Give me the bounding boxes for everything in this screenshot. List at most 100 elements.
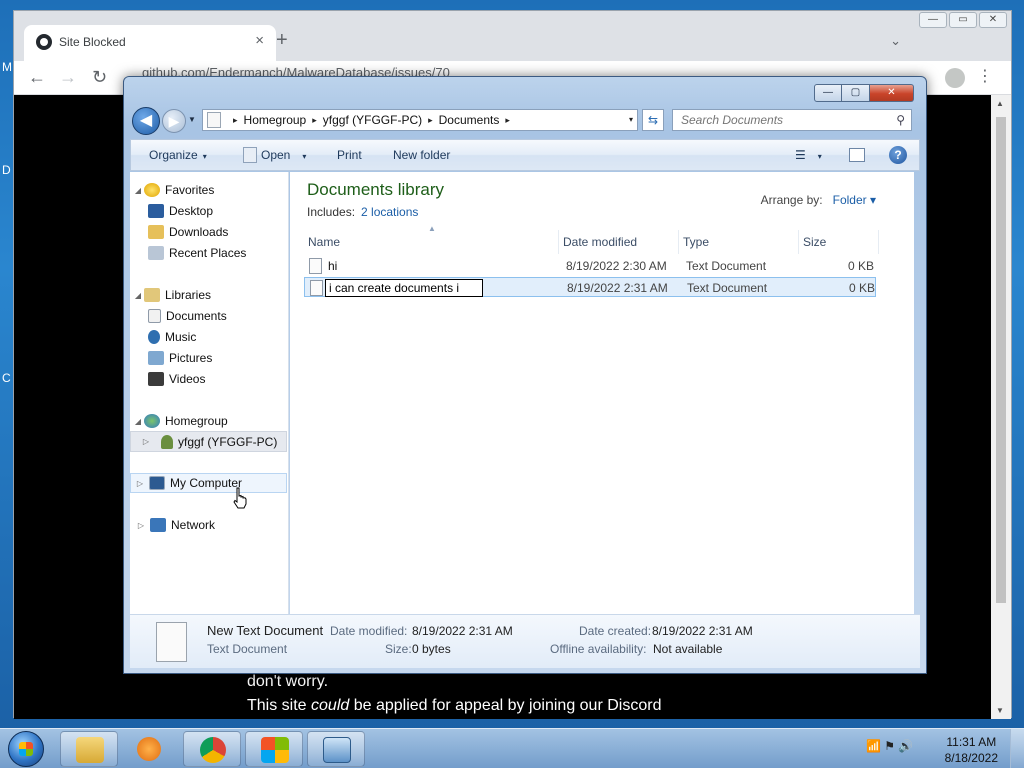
help-icon[interactable]: ? <box>889 146 907 164</box>
address-bar[interactable]: ▸ Homegroup ▸ yfggf (YFGGF-PC) ▸ Documen… <box>202 109 638 131</box>
forward-button[interactable]: → <box>59 67 77 88</box>
refresh-button[interactable]: ⇆ <box>642 109 664 131</box>
profile-avatar[interactable] <box>945 68 965 88</box>
navigation-pane: ◢ Favorites Desktop Downloads Recent Pla… <box>130 172 289 614</box>
rename-input[interactable] <box>325 279 483 297</box>
expand-icon[interactable]: ◢ <box>132 186 144 195</box>
breadcrumb-documents[interactable]: Documents <box>439 113 500 127</box>
system-tray[interactable]: 📶 ⚑ 🔊 <box>866 739 913 753</box>
minimize-button[interactable]: — <box>814 84 842 102</box>
nav-item-homegroup[interactable]: ◢ Homegroup <box>132 411 286 431</box>
forward-arrow-icon[interactable]: ▶ <box>162 109 186 133</box>
browser-tab[interactable]: Site Blocked × <box>24 25 276 61</box>
open-button[interactable]: Open ▾ <box>261 148 306 162</box>
new-folder-button[interactable]: New folder <box>393 148 450 162</box>
close-button[interactable]: ✕ <box>870 84 914 102</box>
tab-close-button[interactable]: × <box>255 32 264 49</box>
nav-item-favorites[interactable]: ◢ Favorites <box>132 180 286 200</box>
nav-item-libraries[interactable]: ◢ Libraries <box>132 285 286 305</box>
scrollbar-thumb[interactable] <box>996 117 1006 603</box>
details-file-name: New Text Document <box>207 623 324 638</box>
nav-item-videos[interactable]: Videos <box>148 369 284 389</box>
nav-item-documents[interactable]: Documents <box>148 306 284 326</box>
search-icon[interactable]: ⚲ <box>896 113 905 127</box>
downloads-folder-icon <box>148 225 164 239</box>
breadcrumb-separator[interactable]: ▸ <box>505 115 510 126</box>
print-button[interactable]: Print <box>337 148 362 162</box>
column-type[interactable]: Type <box>679 230 799 254</box>
taskbar-chrome-button[interactable] <box>183 731 241 767</box>
views-icon: ☰ <box>795 148 806 162</box>
change-view-button[interactable]: ☰ ▾ <box>795 148 822 162</box>
expand-icon[interactable]: ◢ <box>132 417 144 426</box>
new-tab-button[interactable]: + <box>276 29 288 52</box>
star-icon <box>144 183 160 197</box>
videos-icon <box>148 372 164 386</box>
nav-item-downloads[interactable]: Downloads <box>148 222 284 242</box>
nav-item-homegroup-user[interactable]: ▷ yfggf (YFGGF-PC) <box>130 431 287 452</box>
organize-button[interactable]: Organize ▾ <box>149 148 207 162</box>
clock-date: 8/18/2022 <box>944 751 998 765</box>
maximize-button[interactable]: ▢ <box>842 84 870 102</box>
search-input[interactable] <box>673 110 883 130</box>
collapsed-icon[interactable]: ▷ <box>131 437 161 446</box>
breadcrumb-separator[interactable]: ▸ <box>233 115 238 126</box>
tab-strip: Site Blocked × + ⌄ — ▭ ✕ <box>14 11 1011 61</box>
collapsed-icon[interactable]: ▷ <box>131 479 149 488</box>
page-scrollbar[interactable]: ▲ ▼ <box>991 95 1011 719</box>
breadcrumb-user[interactable]: yfggf (YFGGF-PC) <box>323 113 422 127</box>
clock[interactable]: 11:31 AM 8/18/2022 <box>945 734 998 766</box>
browser-maximize-button[interactable]: ▭ <box>949 12 977 28</box>
scroll-up-arrow[interactable]: ▲ <box>996 99 1004 108</box>
taskbar-media-player-button[interactable] <box>121 731 179 767</box>
browser-menu-button[interactable]: ⋮ <box>977 66 993 86</box>
start-button[interactable] <box>4 729 48 768</box>
text-file-icon <box>310 280 323 296</box>
nav-item-desktop[interactable]: Desktop <box>148 201 284 221</box>
nav-item-pictures[interactable]: Pictures <box>148 348 284 368</box>
tab-search-button[interactable]: ⌄ <box>890 33 901 49</box>
nav-label: Recent Places <box>169 246 247 260</box>
taskbar-control-panel-button[interactable] <box>307 731 365 767</box>
breadcrumb-separator[interactable]: ▸ <box>312 115 317 126</box>
column-date-modified[interactable]: Date modified <box>559 230 679 254</box>
nav-item-my-computer[interactable]: ▷ My Computer <box>130 473 287 493</box>
details-date-modified-label: Date modified: <box>330 624 408 638</box>
file-row[interactable]: hi 8/19/2022 2:30 AM Text Document 0 KB <box>304 256 876 276</box>
back-arrow-icon[interactable]: ◀ <box>132 107 160 135</box>
libraries-icon <box>144 288 160 302</box>
file-size: 0 KB <box>848 259 875 273</box>
includes-label: Includes: <box>307 205 356 219</box>
details-date-created: 8/19/2022 2:31 AM <box>652 624 753 638</box>
recent-pages-dropdown[interactable]: ▼ <box>188 115 196 124</box>
show-desktop-button[interactable] <box>1010 729 1024 768</box>
nav-item-network[interactable]: ▷ Network <box>132 515 286 535</box>
search-box[interactable]: ⚲ <box>672 109 912 131</box>
back-button[interactable]: ← <box>28 67 46 88</box>
taskbar-windows-update-button[interactable] <box>245 731 303 767</box>
collapsed-icon[interactable]: ▷ <box>132 521 150 530</box>
taskbar-explorer-button[interactable] <box>60 731 118 767</box>
nav-item-recent-places[interactable]: Recent Places <box>148 243 284 263</box>
column-name[interactable]: Name <box>304 230 559 254</box>
expand-icon[interactable]: ◢ <box>132 291 144 300</box>
nav-item-music[interactable]: Music <box>148 327 284 347</box>
breadcrumb-homegroup[interactable]: Homegroup <box>244 113 307 127</box>
reload-button[interactable]: ↻ <box>92 67 107 88</box>
column-size[interactable]: Size <box>799 230 879 254</box>
page-text-segment: be applied for appeal by joining our Dis… <box>349 697 662 714</box>
file-row-selected[interactable]: 8/19/2022 2:31 AM Text Document 0 KB <box>304 277 876 297</box>
details-date-modified: 8/19/2022 2:31 AM <box>412 624 513 638</box>
browser-minimize-button[interactable]: — <box>919 12 947 28</box>
scroll-down-arrow[interactable]: ▼ <box>996 706 1004 715</box>
breadcrumb-separator[interactable]: ▸ <box>428 115 433 126</box>
arrange-by-dropdown[interactable]: Folder ▾ <box>833 193 876 207</box>
browser-close-button[interactable]: ✕ <box>979 12 1007 28</box>
file-date: 8/19/2022 2:31 AM <box>567 281 668 295</box>
nav-label: My Computer <box>170 476 243 490</box>
address-dropdown-icon[interactable]: ▾ <box>629 115 633 124</box>
details-file-kind: Text Document <box>207 642 288 656</box>
locations-link[interactable]: 2 locations <box>361 205 418 219</box>
preview-pane-icon[interactable] <box>849 148 865 162</box>
arrange-label: Arrange by: <box>760 193 823 207</box>
